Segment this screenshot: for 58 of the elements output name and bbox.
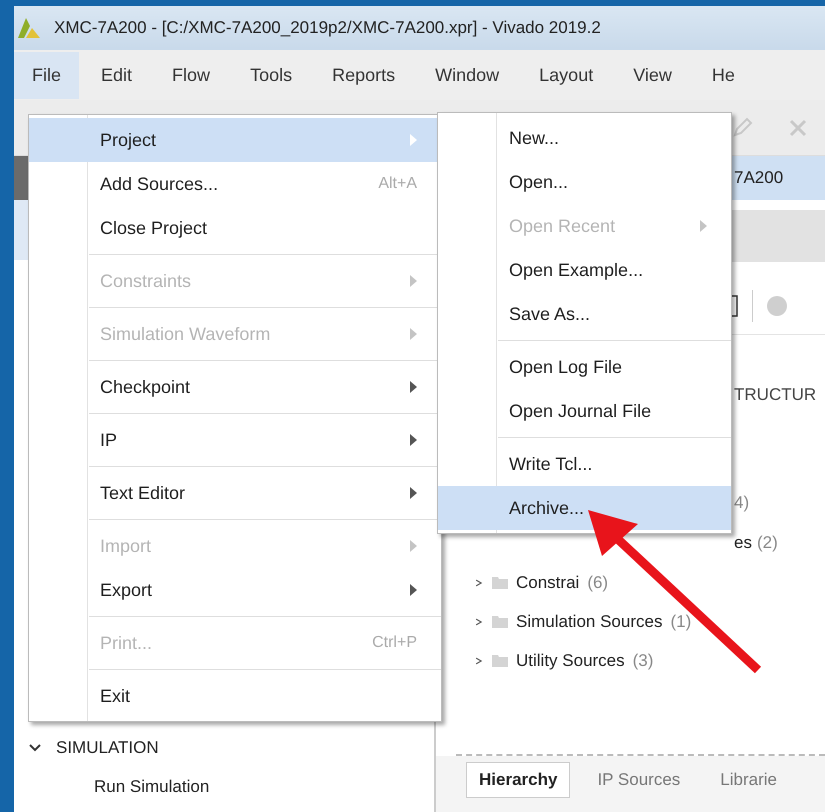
menu-bar-item[interactable]: Reports <box>314 52 414 98</box>
item-count: (6) <box>587 572 608 592</box>
section-label: TRUCTUR <box>734 385 816 406</box>
item-count: (1) <box>670 612 692 632</box>
menu-bar-item[interactable]: Layout <box>521 52 612 98</box>
menu-bar-item[interactable]: He <box>694 52 753 98</box>
navigator-item[interactable]: Run Simulation <box>14 766 434 808</box>
tree-label[interactable]: Utility Sources <box>516 650 625 670</box>
menu-item[interactable]: Add Sources... Alt+A <box>29 162 441 206</box>
submenu-arrow-icon <box>410 584 417 596</box>
menu-item[interactable]: Open Example... <box>438 248 731 292</box>
shortcut-label: Alt+A <box>378 175 417 193</box>
submenu-arrow-icon <box>410 328 417 340</box>
item-count: (2) <box>756 533 778 553</box>
menu-item[interactable]: Close Project <box>29 206 441 250</box>
tab[interactable]: Hierarchy <box>466 762 570 798</box>
menu-bar-item[interactable]: View <box>615 52 690 98</box>
folder-icon <box>492 615 508 628</box>
folder-icon <box>492 654 508 667</box>
item-count: (3) <box>632 650 654 670</box>
menu-item[interactable]: Text Editor <box>29 471 441 515</box>
submenu-arrow-icon <box>700 220 707 232</box>
chevron-icon[interactable] <box>28 743 42 753</box>
menu-bar-item[interactable]: Flow <box>154 52 228 98</box>
item-count: 4) <box>734 493 750 513</box>
submenu-arrow-icon <box>410 275 417 287</box>
menu-item[interactable]: IP <box>29 418 441 462</box>
menu-item[interactable]: Open Journal File <box>438 389 731 433</box>
section-header: SIMULATION <box>56 738 159 758</box>
menu-item[interactable]: Export <box>29 568 441 612</box>
menu-item[interactable]: Checkpoint <box>29 365 441 409</box>
menu-item[interactable]: Exit <box>29 674 441 718</box>
tree-label[interactable]: Simulation Sources <box>516 612 662 632</box>
app-logo-icon <box>16 16 42 40</box>
submenu-arrow-icon <box>410 381 417 393</box>
menu-bar-item[interactable]: Tools <box>232 52 310 98</box>
menu-item[interactable]: New... <box>438 116 731 160</box>
tab[interactable]: IP Sources <box>584 762 694 798</box>
submenu-arrow-icon <box>410 540 417 552</box>
folder-icon <box>492 576 508 589</box>
tab[interactable]: Librarie <box>707 762 790 798</box>
tree-label[interactable]: Constrai <box>516 572 580 592</box>
menu-item[interactable]: Open... <box>438 160 731 204</box>
tree-label: es <box>734 533 752 553</box>
menu-item[interactable]: Archive... <box>438 486 731 530</box>
menu-item[interactable]: Save As... <box>438 292 731 336</box>
menu-item[interactable]: Open Log File <box>438 345 731 389</box>
submenu-arrow-icon <box>410 487 417 499</box>
shortcut-label: Ctrl+P <box>372 634 417 652</box>
window-title: XMC-7A200 - [C:/XMC-7A200_2019p2/XMC-7A200.xpr] - Vivado 2019.2 <box>54 18 601 38</box>
submenu-arrow-icon <box>410 134 417 146</box>
menu-bar-item[interactable]: Edit <box>83 52 150 98</box>
menu-bar-item[interactable]: File <box>14 52 80 98</box>
menu-bar-item[interactable]: Window <box>417 52 518 98</box>
menu-item[interactable]: Write Tcl... <box>438 442 731 486</box>
status-dot-icon <box>767 296 787 316</box>
submenu-arrow-icon <box>410 434 417 446</box>
project-header: 7A200 <box>734 168 784 188</box>
